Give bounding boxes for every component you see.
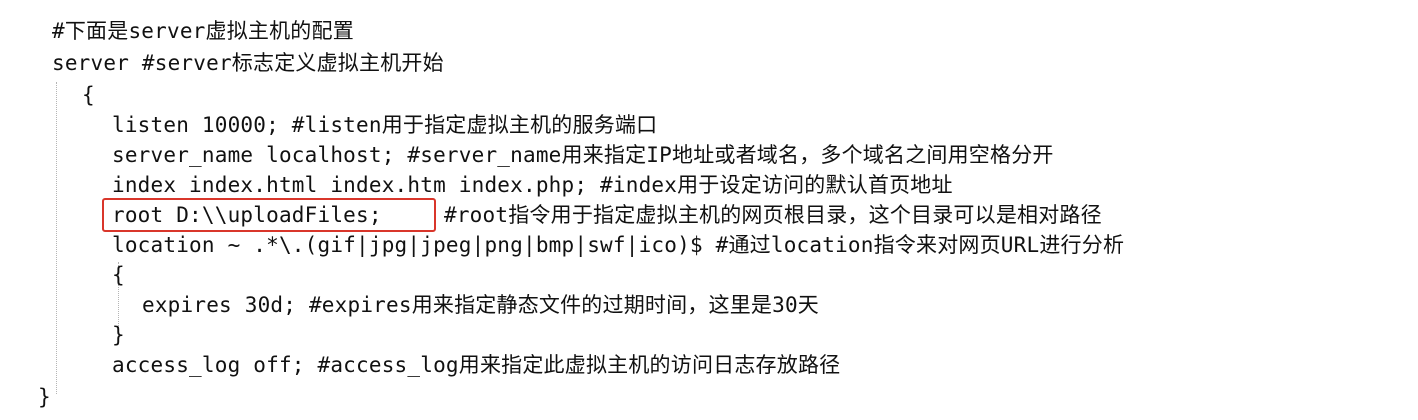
root-comment: #root指令用于指定虚拟主机的网页根目录，这个目录可以是相对路径: [444, 203, 1102, 227]
server-close-brace: }: [38, 385, 51, 409]
access-log-line: access_log off; #access_log用来指定此虚拟主机的访问日…: [112, 353, 841, 377]
index-line: index index.html index.htm index.php; #i…: [112, 173, 953, 197]
server-name-line: server_name localhost; #server_name用来指定I…: [112, 143, 1054, 167]
server-line: server #server标志定义虚拟主机开始: [52, 51, 444, 75]
expires-line: expires 30d; #expires用来指定静态文件的过期时间，这里是30…: [142, 293, 819, 317]
listen-line: listen 10000; #listen用于指定虚拟主机的服务端口: [112, 113, 658, 137]
server-open-brace: {: [82, 83, 95, 107]
root-directive-highlight: [102, 198, 436, 232]
comment-header-line: #下面是server虚拟主机的配置: [52, 19, 354, 43]
location-line: location ~ .*\.(gif|jpg|jpeg|png|bmp|swf…: [112, 233, 1125, 257]
location-close-brace: }: [112, 323, 125, 347]
indent-guide-server-block: [56, 82, 57, 394]
code-block: #下面是server虚拟主机的配置 server #server标志定义虚拟主机…: [0, 0, 1418, 420]
location-open-brace: {: [112, 263, 125, 287]
